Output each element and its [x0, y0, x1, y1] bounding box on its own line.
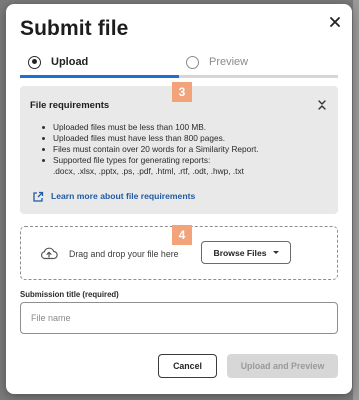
step-preview-label: Preview [209, 56, 249, 68]
chevron-collapse-icon[interactable] [316, 98, 328, 112]
chevron-down-icon [272, 251, 279, 254]
learn-more-link[interactable]: Learn more about file requirements [32, 190, 195, 202]
step-upload[interactable]: Upload [28, 51, 88, 73]
upload-and-preview-button[interactable]: Upload and Preview [227, 354, 338, 378]
list-item: Files must contain over 20 words for a S… [42, 144, 328, 155]
browse-files-label: Browse Files [213, 247, 267, 258]
step-preview[interactable]: Preview [186, 51, 248, 73]
annotation-badge: 3 [172, 82, 192, 102]
learn-more-text: Learn more about file requirements [51, 191, 196, 201]
submission-title-input[interactable] [20, 302, 338, 334]
close-icon[interactable] [326, 13, 344, 31]
radio-selected-icon [28, 55, 41, 69]
list-item: Uploaded files must have less than 800 p… [42, 133, 328, 144]
requirements-list: Uploaded files must be less than 100 MB.… [42, 122, 328, 177]
step-upload-label: Upload [51, 56, 89, 68]
cloud-upload-icon [40, 246, 58, 260]
backdrop-edge [353, 0, 359, 400]
submission-title-label: Submission title (required) [20, 290, 119, 299]
radio-unselected-icon [186, 55, 199, 69]
step-progress-fill [20, 75, 179, 78]
external-link-icon [32, 190, 44, 202]
dialog-title: Submit file [20, 17, 129, 40]
list-item: Uploaded files must be less than 100 MB. [42, 122, 328, 133]
step-progress-track [20, 75, 338, 78]
file-requirements-panel: File requirements Uploaded files must be… [20, 86, 338, 214]
list-item: Supported file types for generating repo… [42, 155, 328, 177]
dropzone-text: Drag and drop your file here [69, 249, 179, 259]
submit-file-dialog: Submit file Upload Preview File requirem… [6, 4, 352, 394]
file-types-list: .docx, .xlsx, .pptx, .ps, .pdf, .html, .… [53, 166, 244, 176]
cancel-button[interactable]: Cancel [158, 354, 217, 378]
browse-files-button[interactable]: Browse Files [201, 241, 291, 264]
requirements-title: File requirements [30, 100, 110, 111]
annotation-badge: 4 [172, 225, 192, 245]
file-types-heading: Supported file types for generating repo… [53, 155, 211, 165]
